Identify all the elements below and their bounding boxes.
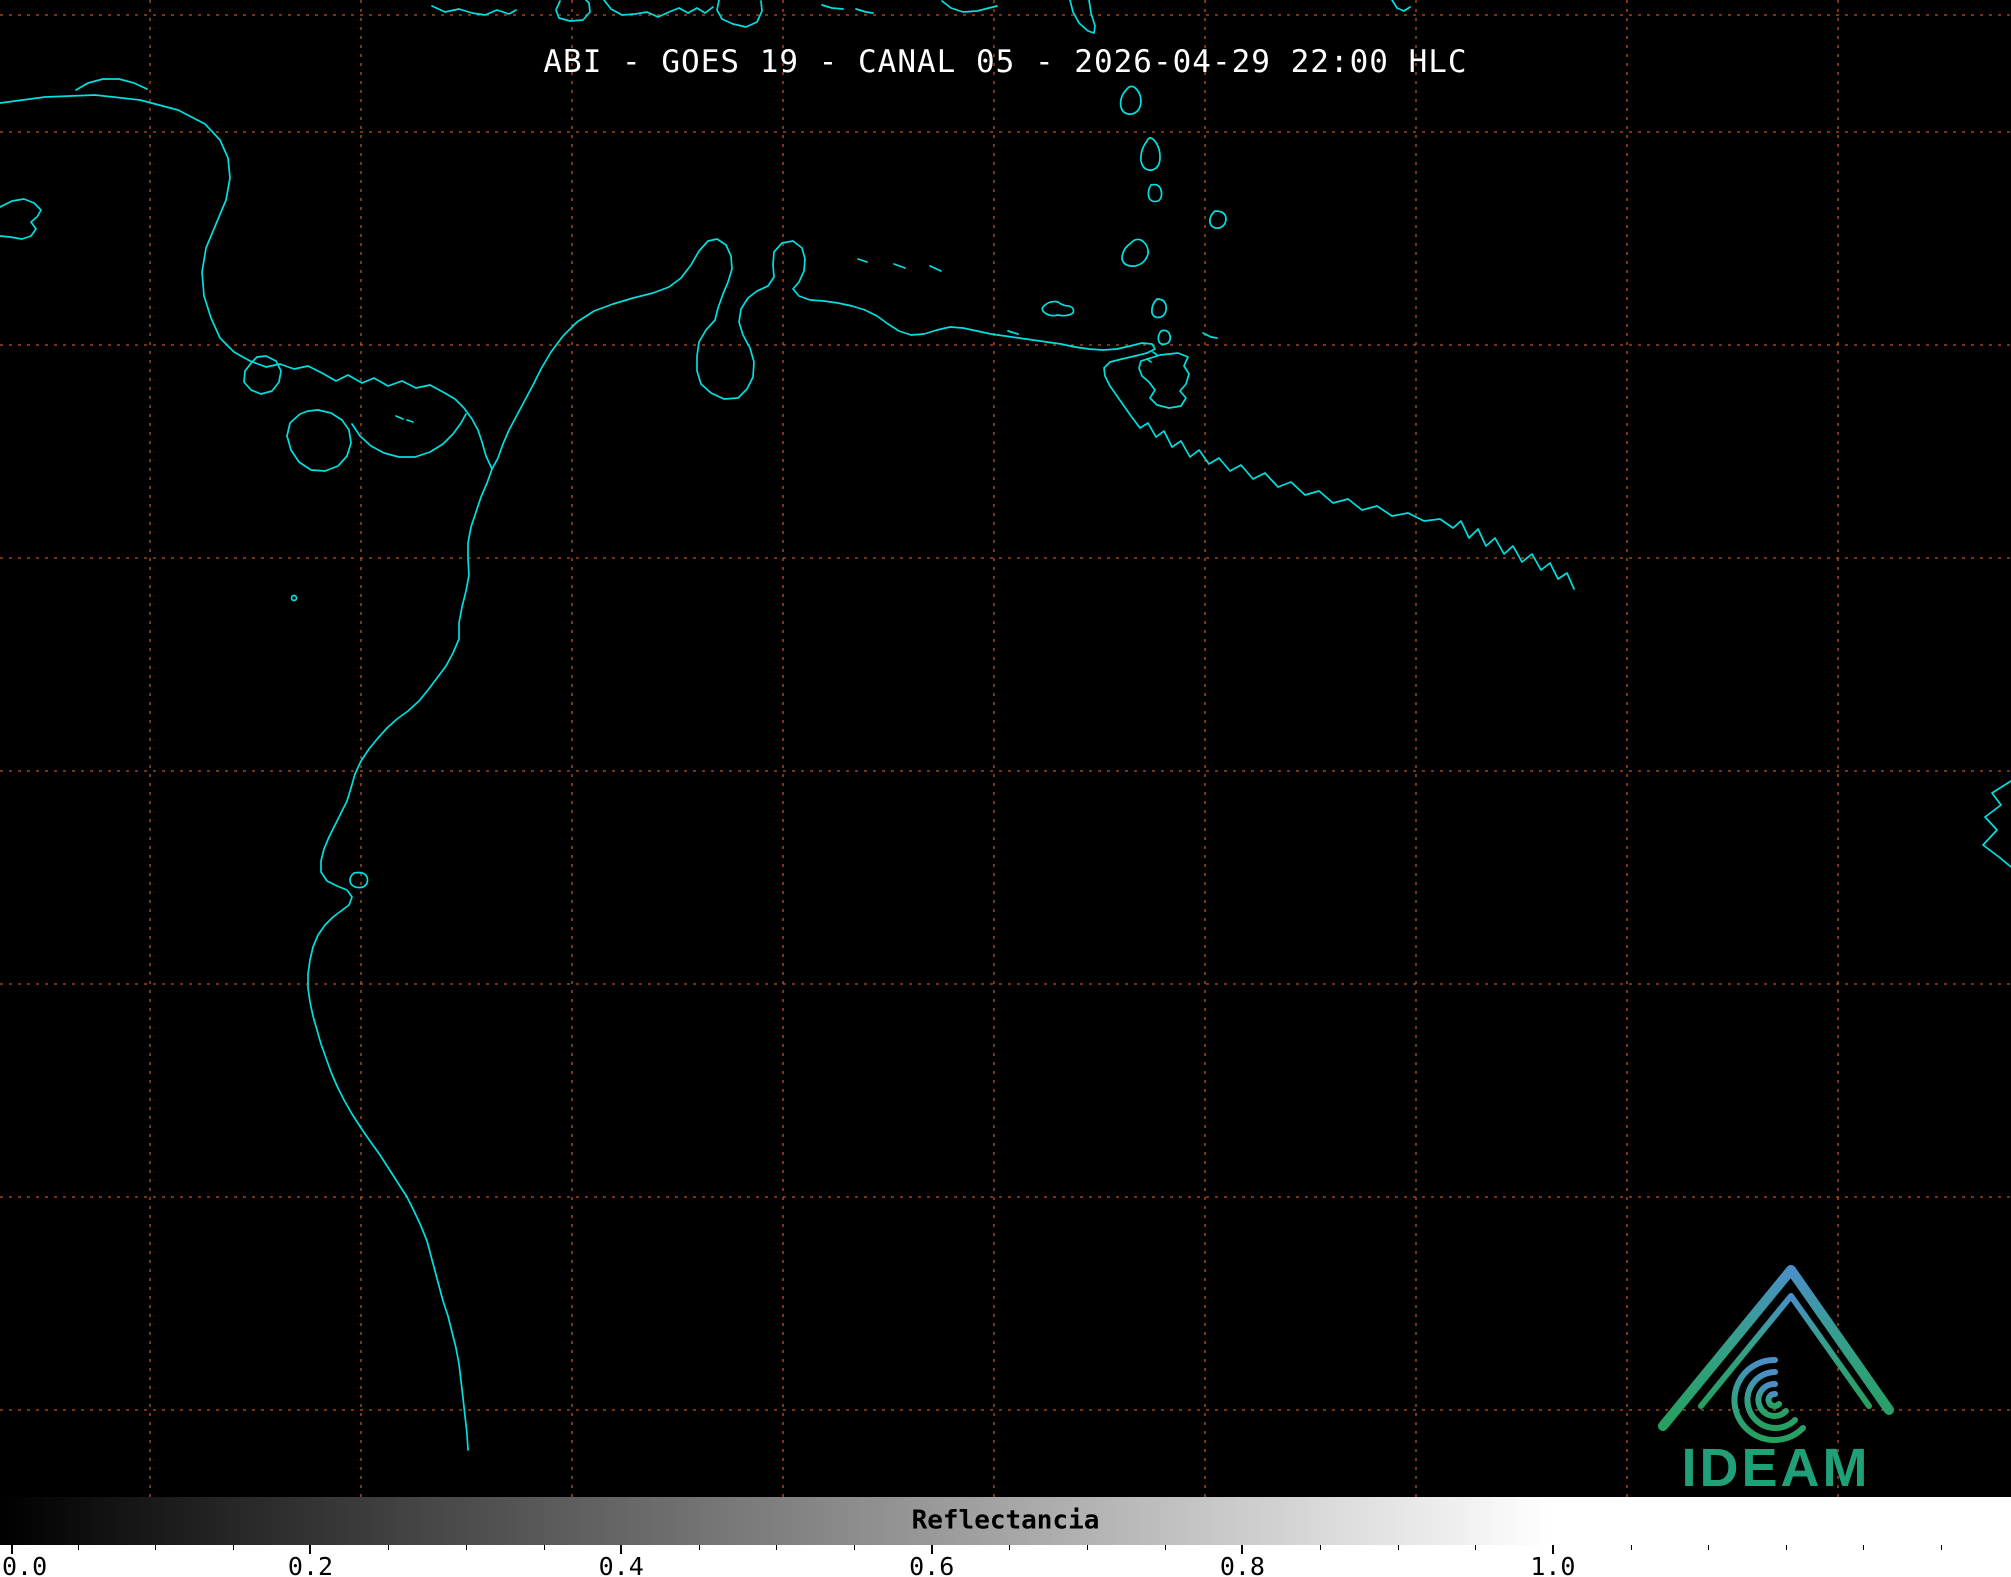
coastline-top-fragment-8 (1391, 0, 1411, 12)
colorbar-minor-tick (854, 1545, 856, 1550)
coastline-right-edge-fragment (1982, 780, 2011, 868)
colorbar-tick-label: 0.6 (909, 1552, 955, 1577)
coastline-antilles-island-3 (1147, 183, 1163, 203)
colorbar-minor-tick (77, 1545, 79, 1550)
coastline-top-fragment-7 (1069, 0, 1096, 34)
coastline-antilles-island-6 (1151, 298, 1167, 319)
image-title: ABI - GOES 19 - CANAL 05 - 2026-04-29 22… (543, 44, 1468, 80)
coastline-pacific-coast (307, 468, 493, 1451)
colorbar-minor-tick (1475, 1545, 1477, 1550)
colorbar-label: Reflectancia (911, 1505, 1100, 1536)
colorbar-minor-tick (1708, 1545, 1710, 1550)
ideam-swirl-icon (1731, 1356, 1806, 1443)
coastline-left-edge-hook (0, 198, 42, 240)
colorbar-minor-tick (388, 1545, 390, 1550)
coastline-topleft-dash (75, 78, 148, 91)
colorbar-minor-tick (776, 1545, 778, 1550)
colorbar-minor-tick (1630, 1545, 1632, 1550)
colorbar-minor-tick (1785, 1545, 1787, 1550)
colorbar-minor-tick (1320, 1545, 1322, 1550)
colorbar-tick-label: 1.0 (1530, 1552, 1576, 1577)
colorbar-minor-tick (465, 1545, 467, 1550)
ideam-logo-text: IDEAM (1682, 1438, 1871, 1496)
colorbar-minor-tick (1164, 1545, 1166, 1550)
colorbar-minor-tick (543, 1545, 545, 1550)
ideam-logo: IDEAM (1658, 1265, 1894, 1496)
colorbar-minor-tick (1941, 1545, 1943, 1550)
coastline-antilles-island-4 (1121, 238, 1149, 267)
coastline-top-fragment-2 (555, 0, 591, 22)
colorbar-tick-label: 0.8 (1219, 1552, 1265, 1577)
coastline-top-fragment-1 (431, 5, 517, 16)
coastline-antilles-island-2 (1140, 137, 1161, 171)
colorbar-minor-tick (1009, 1545, 1011, 1550)
satellite-image-viewport: ABI - GOES 19 - CANAL 05 - 2026-04-29 22… (0, 0, 2011, 1577)
colorbar-minor-tick (698, 1545, 700, 1550)
coastlines (0, 0, 2011, 1451)
coastline-antilles-island-5 (1209, 210, 1227, 229)
colorbar-minor-tick (232, 1545, 234, 1550)
coastline-abc-islands (857, 258, 942, 272)
coastline-top-fragment-5 (821, 4, 874, 14)
colorbar-tick-label: 0.0 (2, 1552, 48, 1577)
coastline-top-fragment-6 (941, 0, 998, 13)
colorbar: Reflectancia (0, 1497, 2011, 1545)
map-area: ABI - GOES 19 - CANAL 05 - 2026-04-29 22… (0, 0, 2011, 1497)
coastline-caribbean-north-coast (0, 94, 1575, 590)
coastline-top-fragment-4 (716, 0, 763, 28)
colorbar-minor-tick (1863, 1545, 1865, 1550)
coastline-trinidad (1138, 352, 1190, 409)
coastline-puna-island (349, 871, 369, 889)
coastline-malpelo-island (290, 594, 298, 602)
colorbar-minor-tick (1086, 1545, 1088, 1550)
coastline-azuero-peninsula (286, 409, 352, 472)
coastline-margarita-island (1007, 300, 1075, 335)
coastline-pearl-islands (395, 415, 414, 423)
colorbar-minor-tick (155, 1545, 157, 1550)
coastline-antilles-island-7 (1157, 329, 1172, 346)
colorbar-minor-tick (1397, 1545, 1399, 1550)
ideam-mountain-icon (1658, 1265, 1894, 1431)
colorbar-tick-label: 0.2 (287, 1552, 334, 1577)
colorbar-tick-label: 0.4 (598, 1552, 644, 1577)
coastline-antilles-island-1 (1119, 85, 1142, 115)
colorbar-ticks: 0.0 0.2 0.4 0.6 0.8 1.0 (0, 1545, 2011, 1577)
